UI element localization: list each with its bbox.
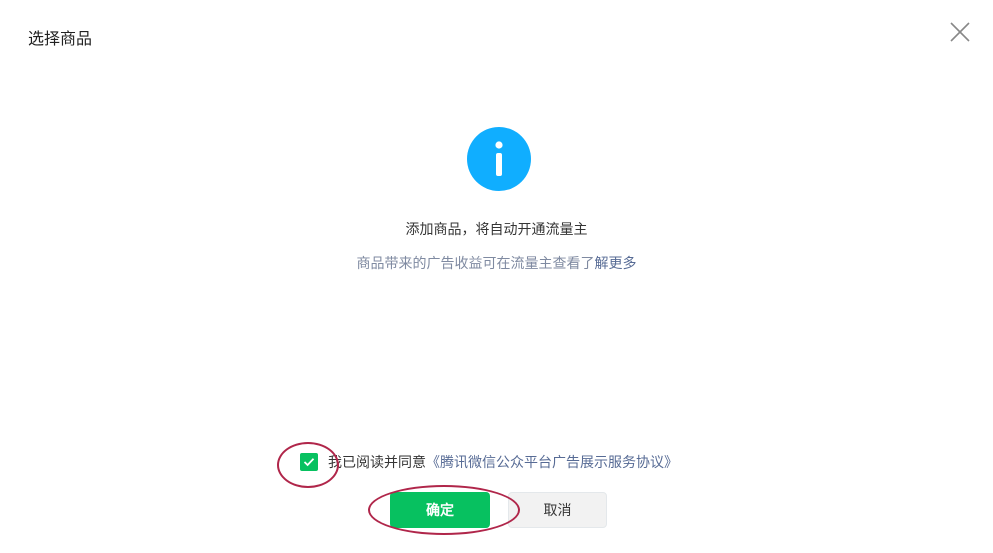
close-icon[interactable] bbox=[948, 20, 972, 44]
main-message: 添加商品，将自动开通流量主 bbox=[405, 222, 588, 238]
sub-message: 商品带来的广告收益可在流量主查看了解更多 bbox=[0, 254, 993, 274]
learn-more-link[interactable]: 解更多 bbox=[595, 256, 637, 272]
check-icon bbox=[303, 458, 315, 467]
agreement-checkbox[interactable] bbox=[300, 453, 318, 471]
cancel-button[interactable]: 取消 bbox=[508, 492, 607, 528]
info-icon bbox=[467, 127, 531, 191]
select-product-dialog: 选择商品 添加商品，将自动开通流量主 商品带来的广告收益可在流量主查看了解更多 … bbox=[0, 0, 993, 553]
confirm-button[interactable]: 确定 bbox=[390, 492, 490, 528]
dialog-title: 选择商品 bbox=[28, 29, 93, 48]
agreement-text: 我已阅读并同意 bbox=[328, 455, 426, 471]
agreement-row: 我已阅读并同意 《腾讯微信公众平台广告展示服务协议》 bbox=[300, 452, 678, 472]
agreement-link[interactable]: 《腾讯微信公众平台广告展示服务协议》 bbox=[426, 452, 678, 472]
sub-message-text: 商品带来的广告收益可在流量主查看了 bbox=[356, 256, 595, 272]
